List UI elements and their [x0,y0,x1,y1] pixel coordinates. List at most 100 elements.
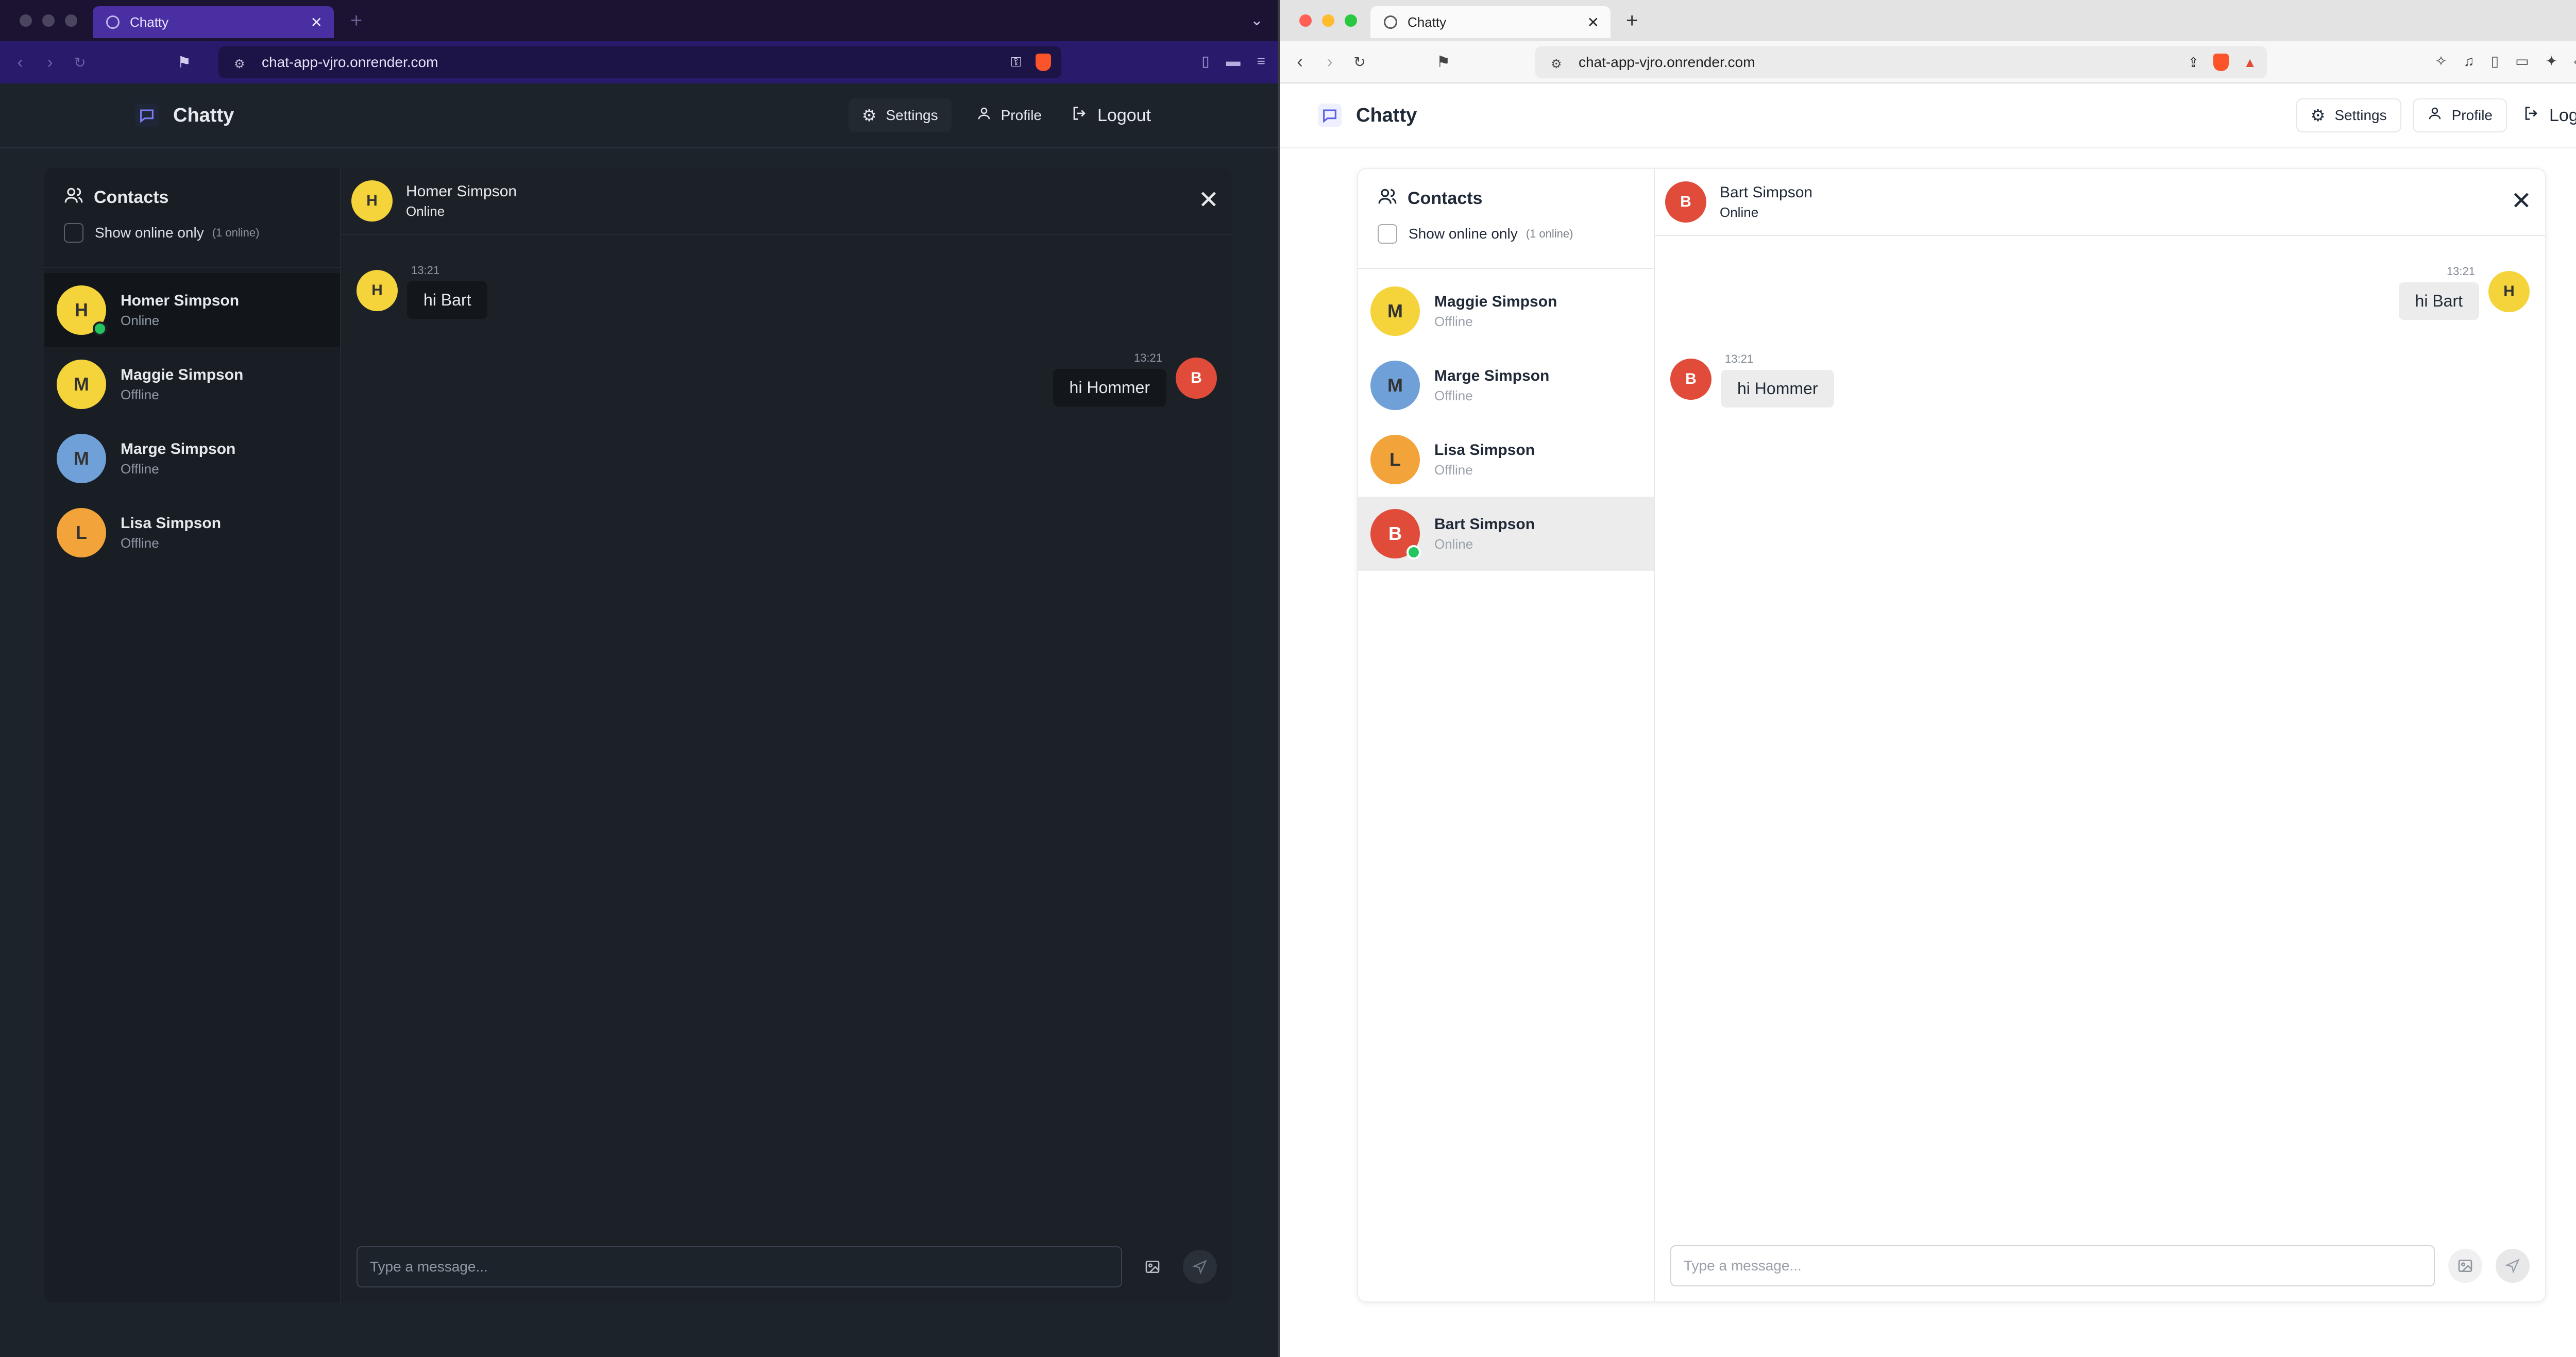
online-filter[interactable]: Show online only (1 online) [64,223,320,243]
settings-label: Settings [2334,107,2387,123]
contact-item[interactable]: M Marge Simpson Offline [44,421,340,496]
minimize-window-button[interactable] [42,14,55,27]
site-settings-icon[interactable]: ⚙ [1551,57,1564,71]
address-bar[interactable]: ⚙ chat-app-vjro.onrender.com ⚿ [218,46,1061,78]
contact-status: Offline [121,386,159,402]
profile-button[interactable]: Profile [963,98,1055,132]
profile-label: Profile [2451,107,2493,123]
new-tab-button[interactable]: + [1626,9,1638,32]
forward-arrow-icon[interactable]: › [1320,52,1340,72]
close-icon[interactable]: ✕ [2511,186,2532,215]
brand[interactable]: Chatty [135,104,234,127]
zoom-window-button[interactable] [65,14,77,27]
brave-shield-icon[interactable] [2213,54,2229,71]
image-icon[interactable] [1136,1250,1170,1284]
tab-title: Chatty [1408,14,1447,30]
avatar: H [57,285,107,336]
extensions-icon[interactable]: ✧ [2435,53,2447,70]
minimize-window-button[interactable] [1322,14,1334,27]
site-settings-icon[interactable]: ⚙ [234,57,247,71]
logout-button[interactable]: Logout [1066,98,1155,132]
vpn-icon[interactable]: ◈ [2574,53,2576,70]
show-online-checkbox[interactable] [1378,224,1397,244]
brand[interactable]: Chatty [1318,104,1417,127]
logout-label: Logout [1097,105,1151,125]
chat-contact-status: Online [1720,204,1759,220]
logout-button[interactable]: Logout [2518,98,2576,132]
key-icon[interactable]: ⚿ [1011,54,1021,71]
tab-title: Chatty [130,14,169,30]
rewards-icon[interactable]: ▲ [2243,55,2257,71]
image-icon[interactable] [2448,1249,2482,1283]
vpn-icon[interactable]: ▬ [1226,53,1241,70]
contact-name: Maggie Simpson [1434,293,1557,310]
profile-button[interactable]: Profile [2412,98,2507,132]
avatar: H [351,180,393,222]
chat-header: B Bart Simpson Online ✕ [1655,169,2545,236]
settings-button[interactable]: ⚙ Settings [848,98,952,132]
bookmark-icon[interactable]: ⚑ [1436,53,1450,71]
close-window-button[interactable] [1299,14,1312,27]
send-icon[interactable] [2496,1249,2530,1283]
contact-item[interactable]: M Maggie Simpson Offline [44,347,340,421]
message-input[interactable] [1670,1245,2435,1286]
reload-icon[interactable]: ↻ [1350,52,1369,72]
back-arrow-icon[interactable]: ‹ [1290,52,1310,72]
avatar: M [57,434,106,483]
leo-icon[interactable]: ✦ [2546,53,2557,70]
reload-icon[interactable]: ↻ [70,53,90,72]
chat-bubble-icon [1318,104,1342,127]
contact-item[interactable]: M Maggie Simpson Offline [1358,274,1654,348]
url-text: chat-app-vjro.onrender.com [1579,54,1755,70]
brave-shield-icon[interactable] [1036,54,1051,71]
address-bar[interactable]: ⚙ chat-app-vjro.onrender.com ⇪ ▲ [1535,46,2267,78]
contact-status: Online [121,312,160,328]
show-online-checkbox[interactable] [64,223,83,243]
chat-contact-name: Homer Simpson [406,182,517,200]
back-arrow-icon[interactable]: ‹ [10,53,30,72]
close-icon[interactable]: ✕ [1198,185,1219,214]
logout-icon [2522,105,2540,126]
settings-button[interactable]: ⚙ Settings [2296,98,2401,132]
contact-item[interactable]: H Homer Simpson Online [44,273,340,347]
contact-list: M Maggie Simpson Offline M Marge Simpson Offl… [1358,274,1654,571]
contact-item[interactable]: L Lisa Simpson Offline [44,496,340,570]
sidebar-icon[interactable]: ▯ [1201,53,1209,70]
share-icon[interactable]: ⇪ [2188,55,2199,71]
bookmark-icon[interactable]: ⚑ [177,54,191,72]
contact-item[interactable]: L Lisa Simpson Offline [1358,422,1654,497]
browser-toolbar: ‹ › ↻ ⚑ ⚙ chat-app-vjro.onrender.com ⇪ ▲… [1280,41,2576,83]
page-content: Chatty ⚙ Settings Profile Logou [0,83,1278,1357]
send-icon[interactable] [1183,1250,1217,1284]
contact-item[interactable]: M Marge Simpson Offline [1358,348,1654,422]
menu-icon[interactable]: ≡ [1257,53,1265,70]
contact-item[interactable]: B Bart Simpson Online [1358,497,1654,571]
chat-contact-name: Bart Simpson [1720,183,1813,201]
message-input[interactable] [357,1246,1122,1287]
media-icon[interactable]: ♫ [2464,53,2475,70]
forward-arrow-icon[interactable]: › [40,53,60,72]
browser-tab[interactable]: Chatty ✕ [1370,6,1611,38]
contacts-sidebar: Contacts Show online only (1 online) H Ho… [44,168,341,1302]
message-time: 13:21 [2446,265,2475,278]
online-indicator [1406,545,1421,559]
logout-label: Logout [2549,105,2576,125]
users-icon [64,185,83,210]
gear-icon: ⚙ [861,106,877,125]
sidebar-icon[interactable]: ▯ [2491,53,2499,70]
zoom-window-button[interactable] [1345,14,1357,27]
close-window-button[interactable] [20,14,32,27]
online-filter[interactable]: Show online only (1 online) [1378,224,1634,244]
right-browser-window: Chatty ✕ + ⌄ ‹ › ↻ ⚑ ⚙ chat-app-vjro.onr… [1280,0,2576,1357]
tab-list-chevron-icon[interactable]: ⌄ [1250,11,1263,29]
browser-tab[interactable]: Chatty ✕ [93,6,334,38]
gear-icon: ⚙ [2310,106,2326,125]
contact-status: Offline [1434,462,1473,478]
close-tab-icon[interactable]: ✕ [1587,14,1599,31]
new-tab-button[interactable]: + [350,9,362,32]
message-bubble: hi Bart [407,281,488,319]
close-tab-icon[interactable]: ✕ [311,14,323,31]
window-controls [1299,14,1357,27]
avatar: M [1370,286,1420,336]
wallet-icon[interactable]: ▭ [2515,53,2529,70]
